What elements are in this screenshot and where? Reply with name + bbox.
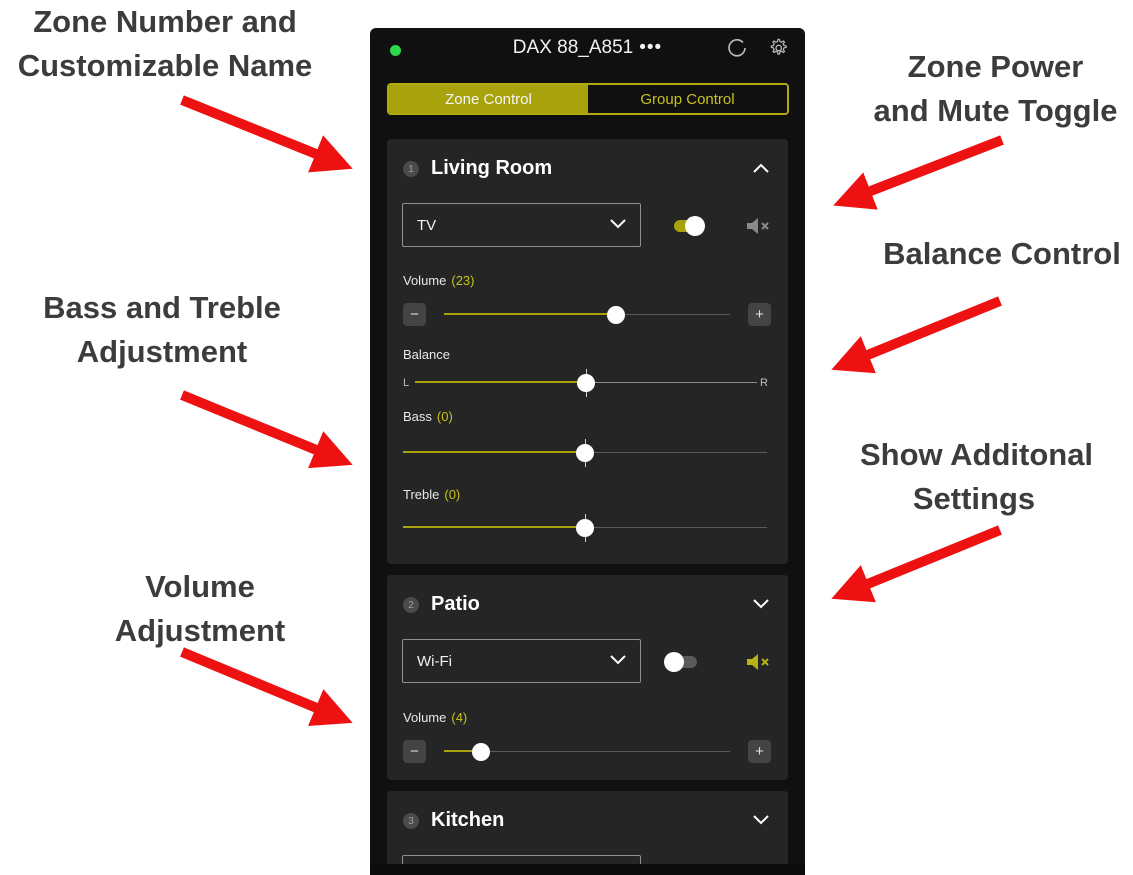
treble-label: Treble (0) — [403, 487, 460, 502]
speaker-mute-icon[interactable] — [745, 652, 771, 672]
annotation-volume: Volume Adjustment — [100, 565, 300, 653]
chevron-down-icon[interactable] — [751, 597, 771, 611]
slider-thumb[interactable] — [606, 306, 625, 324]
control-mode-tabs: Zone Control Group Control — [387, 83, 789, 115]
zone-name[interactable]: Living Room — [431, 157, 552, 180]
balance-left-label: L — [403, 377, 410, 389]
source-select[interactable]: TV — [402, 203, 641, 247]
annotation-bass-treble: Bass and Treble Adjustment — [22, 286, 302, 374]
volume-label-text: Volume — [403, 273, 447, 288]
annotation-line: Customizable Name — [17, 48, 313, 84]
volume-value: (4) — [451, 710, 468, 725]
annotation-power-mute: Zone Power and Mute Toggle — [858, 45, 1133, 133]
chevron-down-icon — [610, 655, 626, 665]
annotation-zone-number: Zone Number and Customizable Name — [0, 0, 330, 88]
volume-decrease-button[interactable]: − — [403, 303, 426, 326]
tab-group-control[interactable]: Group Control — [588, 85, 787, 113]
volume-decrease-button[interactable]: − — [403, 740, 426, 763]
bass-label-text: Bass — [403, 409, 432, 424]
balance-label: Balance — [403, 347, 450, 362]
more-options-icon[interactable]: ••• — [639, 37, 662, 58]
slider-thumb[interactable] — [576, 444, 594, 462]
zone-number-badge: 1 — [403, 161, 419, 177]
bass-label: Bass (0) — [403, 409, 453, 424]
bottom-bar — [370, 864, 805, 875]
arrow-bass-treble — [180, 390, 353, 469]
app-window: DAX 88_A851 ••• Zone Control Group Contro… — [370, 28, 805, 875]
chevron-up-icon[interactable] — [751, 161, 771, 175]
volume-label: Volume (23) — [403, 273, 475, 288]
zone-power-toggle[interactable] — [671, 214, 707, 238]
volume-label-text: Volume — [403, 710, 447, 725]
source-value: Wi-Fi — [417, 653, 452, 670]
device-name: DAX 88_A851 — [512, 37, 634, 58]
slider-thumb[interactable] — [577, 374, 595, 392]
treble-value: (0) — [444, 487, 461, 502]
treble-label-text: Treble — [403, 487, 440, 502]
refresh-icon[interactable] — [727, 38, 747, 58]
speaker-mute-icon[interactable] — [745, 216, 771, 236]
zone-name[interactable]: Kitchen — [431, 809, 504, 832]
annotation-line: Settings — [912, 481, 1036, 517]
annotation-balance: Balance Control — [872, 232, 1132, 276]
zone-card-kitchen: 3 Kitchen — [387, 791, 788, 875]
balance-label-text: Balance — [403, 347, 450, 362]
toggle-knob — [664, 652, 684, 672]
slider-thumb[interactable] — [576, 519, 594, 537]
zone-number-badge: 3 — [403, 813, 419, 829]
chevron-down-icon — [610, 219, 626, 229]
balance-slider[interactable] — [415, 369, 757, 397]
annotation-line: Bass and Treble — [43, 290, 281, 325]
slider-thumb[interactable] — [472, 743, 491, 761]
zone-power-toggle[interactable] — [664, 650, 700, 674]
annotation-line: Adjustment — [114, 613, 286, 649]
arrow-additional — [831, 525, 1002, 603]
zone-number-badge: 2 — [403, 597, 419, 613]
arrow-zone-number — [180, 95, 353, 173]
zone-name[interactable]: Patio — [431, 593, 480, 616]
gear-icon[interactable] — [767, 37, 789, 59]
volume-value: (23) — [451, 273, 475, 288]
bass-slider[interactable] — [403, 439, 767, 467]
volume-label: Volume (4) — [403, 710, 467, 725]
zone-card-living-room: 1 Living Room TV Volume (23) − + Balance … — [387, 139, 788, 564]
volume-slider[interactable] — [444, 303, 730, 327]
tab-zone-control[interactable]: Zone Control — [389, 85, 588, 113]
arrow-balance — [831, 296, 1002, 374]
annotation-line: Zone Power — [907, 49, 1084, 84]
annotation-line: Balance Control — [883, 236, 1121, 271]
annotation-line: Zone Number and — [33, 4, 297, 39]
bass-value: (0) — [436, 409, 453, 424]
balance-right-label: R — [760, 377, 768, 389]
volume-increase-button[interactable]: + — [748, 303, 771, 326]
source-select[interactable]: Wi-Fi — [402, 639, 641, 683]
zone-card-patio: 2 Patio Wi-Fi Volume (4) − + — [387, 575, 788, 780]
treble-slider[interactable] — [403, 514, 767, 542]
volume-increase-button[interactable]: + — [748, 740, 771, 763]
arrow-power-mute — [833, 135, 1004, 210]
annotation-line: Show Additonal — [860, 437, 1094, 472]
annotation-additional-settings: Show Additonal Settings — [860, 433, 1094, 521]
annotation-line: Volume — [145, 569, 255, 604]
toggle-knob — [685, 216, 705, 236]
volume-slider[interactable] — [444, 740, 730, 764]
annotation-line: Adjustment — [76, 334, 248, 370]
source-value: TV — [417, 217, 437, 234]
annotation-line: and Mute Toggle — [873, 93, 1118, 129]
chevron-down-icon[interactable] — [751, 813, 771, 827]
arrow-volume — [180, 647, 353, 727]
